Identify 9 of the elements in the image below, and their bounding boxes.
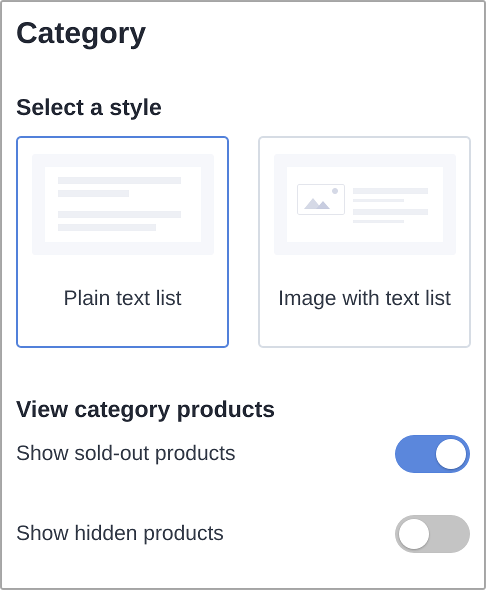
section-heading: Select a style — [16, 93, 163, 122]
section-heading: View category products — [16, 395, 276, 424]
toggle-switch[interactable] — [395, 435, 470, 473]
panel-title: Category — [16, 16, 148, 52]
toggle-switch[interactable] — [395, 515, 470, 553]
style-option-card[interactable]: Image with text list — [258, 136, 471, 348]
style-option-card[interactable]: Plain text list — [16, 136, 229, 348]
toggle-label: Show hidden products — [16, 522, 224, 546]
toggle-label: Show sold-out products — [16, 442, 236, 466]
